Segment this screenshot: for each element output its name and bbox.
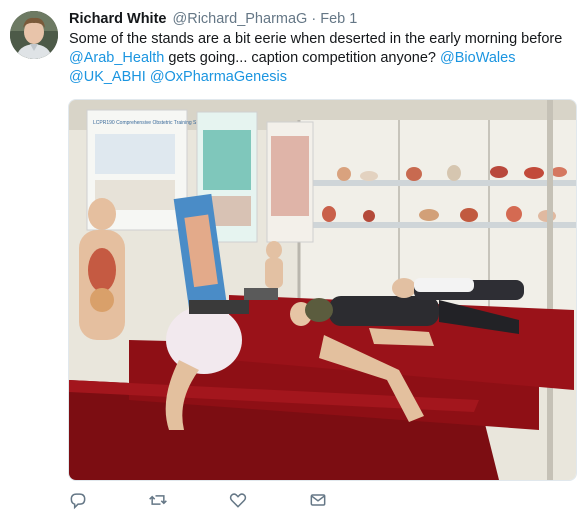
like-button[interactable] [228, 490, 250, 512]
tweet-text-part: gets going... caption competition anyone… [168, 50, 436, 66]
retweet-icon [149, 495, 167, 505]
tweet-text: Some of the stands are a bit eerie when … [69, 30, 574, 87]
tweet-header: Richard White @Richard_PharmaG · Feb 1 [69, 10, 357, 28]
reply-icon [70, 493, 86, 510]
message-button[interactable] [308, 490, 330, 512]
reply-button[interactable] [68, 490, 90, 512]
mention-link[interactable]: @BioWales [440, 50, 515, 66]
tweet-text-part: Some of the stands are a bit eerie when … [69, 31, 563, 47]
tweet-actions [68, 490, 468, 512]
heart-icon [229, 493, 247, 508]
poster-caption: LCPR190 Comprehensive Obstetric Training… [93, 120, 210, 126]
tweet-photo[interactable]: LCPR190 Comprehensive Obstetric Training… [68, 99, 577, 481]
retweet-button[interactable] [148, 490, 170, 512]
mention-link[interactable]: @Arab_Health [69, 50, 164, 66]
mention-link[interactable]: @OxPharmaGenesis [150, 69, 287, 85]
separator-dot: · [311, 11, 317, 27]
author-name[interactable]: Richard White [69, 11, 166, 27]
envelope-icon [310, 494, 326, 506]
tweet-date[interactable]: Feb 1 [320, 11, 357, 27]
avatar[interactable] [10, 11, 58, 59]
mention-link[interactable]: @UK_ABHI [69, 69, 146, 85]
photo-scene: LCPR190 Comprehensive Obstetric Training… [69, 100, 576, 480]
author-handle[interactable]: @Richard_PharmaG [173, 11, 308, 27]
tweet-card: Richard White @Richard_PharmaG · Feb 1 S… [0, 0, 586, 519]
